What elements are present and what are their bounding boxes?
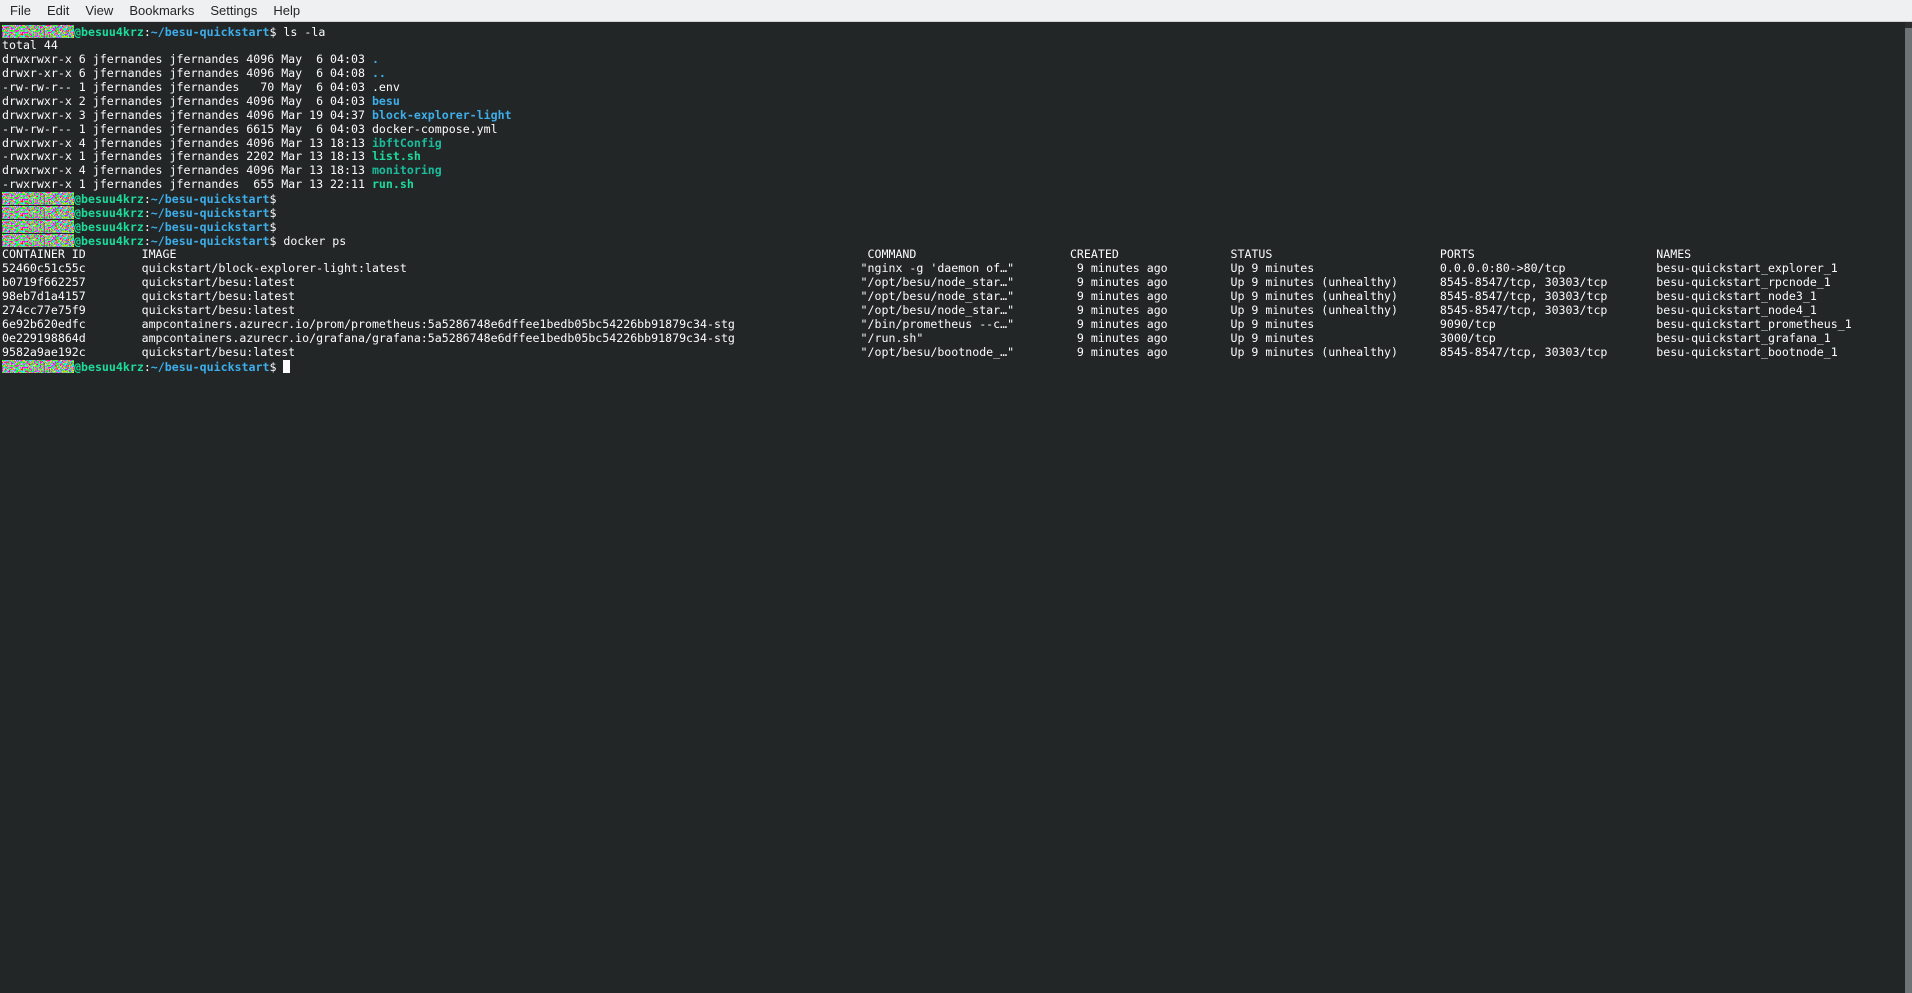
menu-item-settings[interactable]: Settings (202, 1, 265, 20)
file-name: block-explorer-light (372, 108, 512, 122)
terminal-line: 6e92b620edfc ampcontainers.azurecr.io/pr… (2, 318, 1912, 332)
output-text: drwxr-xr-x 6 jfernandes jfernandes 4096 … (2, 66, 372, 80)
terminal-line: 52460c51c55c quickstart/block-explorer-l… (2, 262, 1912, 276)
censored-username (2, 220, 74, 233)
terminal-line: @besuu4krz:~/besu-quickstart$ ls -la (2, 25, 1912, 39)
terminal-line: b0719f662257 quickstart/besu:latest "/op… (2, 276, 1912, 290)
file-name: monitoring (372, 163, 442, 177)
file-name: . (372, 52, 379, 66)
prompt-separator: : (144, 25, 151, 39)
table-header: CONTAINER ID IMAGE COMMAND CREATED STATU… (2, 247, 1691, 261)
file-name: besu (372, 94, 400, 108)
output-text: -rwxrwxr-x 1 jfernandes jfernandes 655 M… (2, 177, 372, 191)
table-row-text: 274cc77e75f9 quickstart/besu:latest "/op… (2, 303, 1817, 317)
terminal-line: -rwxrwxr-x 1 jfernandes jfernandes 2202 … (2, 150, 1912, 164)
terminal-line: drwxrwxr-x 4 jfernandes jfernandes 4096 … (2, 137, 1912, 151)
prompt-separator: : (144, 192, 151, 206)
output-text: total 44 (2, 38, 58, 52)
prompt-path: ~/besu-quickstart (151, 234, 270, 248)
terminal-line: -rw-rw-r-- 1 jfernandes jfernandes 6615 … (2, 123, 1912, 137)
prompt-symbol: $ (269, 206, 276, 220)
prompt-separator: : (144, 360, 151, 374)
menu-bar: FileEditViewBookmarksSettingsHelp (0, 0, 1912, 22)
output-text: -rw-rw-r-- 1 jfernandes jfernandes 70 Ma… (2, 80, 372, 94)
menu-item-view[interactable]: View (77, 1, 121, 20)
censored-username (2, 234, 74, 247)
prompt-host: @besuu4krz (74, 206, 144, 220)
terminal-line: @besuu4krz:~/besu-quickstart$ (2, 192, 1912, 206)
prompt-path: ~/besu-quickstart (151, 360, 270, 374)
prompt-host: @besuu4krz (74, 192, 144, 206)
file-name: .. (372, 66, 386, 80)
terminal-line: total 44 (2, 39, 1912, 53)
terminal-line: @besuu4krz:~/besu-quickstart$ (2, 360, 1912, 374)
prompt-path: ~/besu-quickstart (151, 220, 270, 234)
output-text: drwxrwxr-x 4 jfernandes jfernandes 4096 … (2, 136, 372, 150)
prompt-host: @besuu4krz (74, 220, 144, 234)
terminal-line: drwxr-xr-x 6 jfernandes jfernandes 4096 … (2, 67, 1912, 81)
output-text: drwxrwxr-x 4 jfernandes jfernandes 4096 … (2, 163, 372, 177)
menu-item-edit[interactable]: Edit (39, 1, 77, 20)
censored-username (2, 192, 74, 205)
menu-item-bookmarks[interactable]: Bookmarks (121, 1, 202, 20)
prompt-symbol: $ (269, 192, 276, 206)
terminal-line: @besuu4krz:~/besu-quickstart$ (2, 206, 1912, 220)
table-row-text: 0e229198864d ampcontainers.azurecr.io/gr… (2, 331, 1831, 345)
terminal-line: -rwxrwxr-x 1 jfernandes jfernandes 655 M… (2, 178, 1912, 192)
terminal-line: 0e229198864d ampcontainers.azurecr.io/gr… (2, 332, 1912, 346)
prompt-path: ~/besu-quickstart (151, 25, 270, 39)
file-name: .env (372, 80, 400, 94)
file-name: run.sh (372, 177, 414, 191)
terminal-line: -rw-rw-r-- 1 jfernandes jfernandes 70 Ma… (2, 81, 1912, 95)
output-text: drwxrwxr-x 2 jfernandes jfernandes 4096 … (2, 94, 372, 108)
terminal-line: 274cc77e75f9 quickstart/besu:latest "/op… (2, 304, 1912, 318)
table-row-text: 6e92b620edfc ampcontainers.azurecr.io/pr… (2, 317, 1852, 331)
prompt-path: ~/besu-quickstart (151, 192, 270, 206)
terminal-line: @besuu4krz:~/besu-quickstart$ (2, 220, 1912, 234)
terminal-line: 98eb7d1a4157 quickstart/besu:latest "/op… (2, 290, 1912, 304)
prompt-separator: : (144, 206, 151, 220)
prompt-host: @besuu4krz (74, 234, 144, 248)
menu-item-help[interactable]: Help (265, 1, 308, 20)
file-name: ibftConfig (372, 136, 442, 150)
terminal-output: @besuu4krz:~/besu-quickstart$ ls -latota… (2, 25, 1912, 373)
prompt-host: @besuu4krz (74, 25, 144, 39)
output-text: drwxrwxr-x 3 jfernandes jfernandes 4096 … (2, 108, 372, 122)
terminal[interactable]: @besuu4krz:~/besu-quickstart$ ls -latota… (0, 22, 1912, 993)
prompt-symbol: $ (269, 220, 276, 234)
table-row-text: 9582a9ae192c quickstart/besu:latest "/op… (2, 345, 1838, 359)
file-name: list.sh (372, 149, 421, 163)
terminal-line: drwxrwxr-x 2 jfernandes jfernandes 4096 … (2, 95, 1912, 109)
terminal-line: 9582a9ae192c quickstart/besu:latest "/op… (2, 346, 1912, 360)
scrollbar-thumb[interactable] (1905, 28, 1912, 993)
terminal-cursor (283, 360, 290, 373)
prompt-separator: : (144, 220, 151, 234)
text (276, 360, 283, 374)
command-text: ls -la (276, 25, 325, 39)
censored-username (2, 206, 74, 219)
table-row-text: b0719f662257 quickstart/besu:latest "/op… (2, 275, 1831, 289)
output-text: drwxrwxr-x 6 jfernandes jfernandes 4096 … (2, 52, 372, 66)
terminal-line: drwxrwxr-x 6 jfernandes jfernandes 4096 … (2, 53, 1912, 67)
table-row-text: 52460c51c55c quickstart/block-explorer-l… (2, 261, 1838, 275)
terminal-line: @besuu4krz:~/besu-quickstart$ docker ps (2, 234, 1912, 248)
prompt-host: @besuu4krz (74, 360, 144, 374)
file-name: docker-compose.yml (372, 122, 498, 136)
output-text: -rw-rw-r-- 1 jfernandes jfernandes 6615 … (2, 122, 372, 136)
prompt-separator: : (144, 234, 151, 248)
output-text: -rwxrwxr-x 1 jfernandes jfernandes 2202 … (2, 149, 372, 163)
command-text: docker ps (276, 234, 346, 248)
censored-username (2, 25, 74, 38)
prompt-path: ~/besu-quickstart (151, 206, 270, 220)
terminal-line: drwxrwxr-x 4 jfernandes jfernandes 4096 … (2, 164, 1912, 178)
terminal-line: drwxrwxr-x 3 jfernandes jfernandes 4096 … (2, 109, 1912, 123)
table-row-text: 98eb7d1a4157 quickstart/besu:latest "/op… (2, 289, 1817, 303)
scrollbar[interactable] (1905, 22, 1912, 993)
menu-item-file[interactable]: File (2, 1, 39, 20)
censored-username (2, 360, 74, 373)
terminal-line: CONTAINER ID IMAGE COMMAND CREATED STATU… (2, 248, 1912, 262)
